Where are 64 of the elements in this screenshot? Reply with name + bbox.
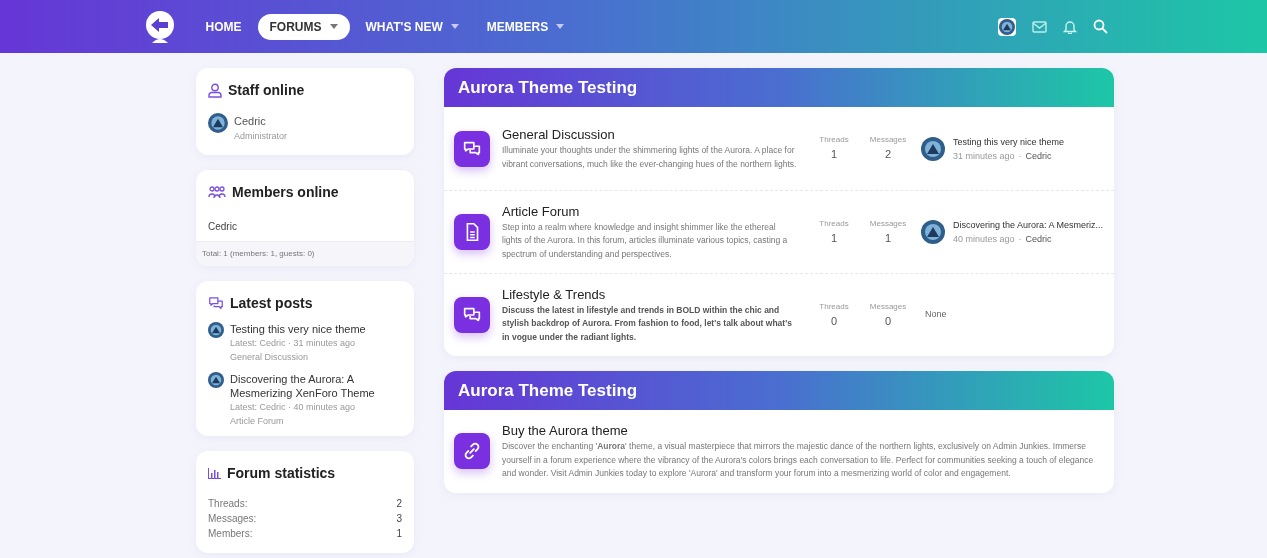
stat-label: Threads xyxy=(819,217,849,230)
latest-user[interactable]: Cedric xyxy=(1025,232,1052,246)
stat-label: Threads: xyxy=(208,497,248,511)
avatar[interactable] xyxy=(208,322,224,338)
bar-chart-icon xyxy=(208,468,221,479)
stat-label: Messages xyxy=(869,217,907,230)
latest-thread-link[interactable]: Discovering the Aurora: A Mesmeriz... xyxy=(953,218,1104,232)
user-icon xyxy=(208,83,222,98)
stat-value: 1 xyxy=(830,230,838,246)
node-description: Discuss the latest in lifestyle and trends in BOLD within the chic and stylish backdrop of Aurora. From fashion to food, let's talk about what's in vogue under the radiant lights. xyxy=(502,303,793,344)
latest-time: 40 minutes ago xyxy=(953,233,1015,246)
separator: · xyxy=(1018,149,1022,163)
search-icon[interactable] xyxy=(1092,19,1108,34)
stat-value: 0 xyxy=(884,313,892,329)
stat-label: Messages xyxy=(869,134,907,147)
post-title[interactable]: Discovering the Aurora: A Mesmerizing XenForo Theme xyxy=(230,372,402,400)
latest-time: 31 minutes ago xyxy=(953,149,1015,163)
node-title[interactable]: Lifestyle & Trends xyxy=(502,285,797,304)
post-meta: Latest: Cedric · 31 minutes ago xyxy=(230,337,357,350)
online-total: Total: 1 (members: 1, guests: 0) xyxy=(196,241,414,266)
stat-value: 1 xyxy=(396,527,402,541)
avatar[interactable] xyxy=(208,113,228,133)
node-description: Step into a realm where knowledge and insight shimmer like the ethereal lights of the Aurora. In this forum, articles illuminate various topics, casting a spectrum of understanding and perspectives. xyxy=(502,220,789,261)
node-title[interactable]: Buy the Aurora theme xyxy=(502,422,1104,440)
latest-user[interactable]: Cedric xyxy=(1025,148,1052,163)
stat-label: Threads xyxy=(819,300,849,313)
node-description: Discover the enchanting 'Aurora' theme, a visual masterpiece that mirrors the majestic dance of the northern lights, exclusively on Admin Junkies. Immerse yourself in a forum experience where the vibrancy of the Aurora's colors brings each conversation to life. Perfect for communities seeking a touch of elegance and wonder. Visit Admin Junkies today to explore 'Aurora' and transform your forum into a mesmerizing world of color and engagement. xyxy=(502,440,1095,480)
stat-value: 2 xyxy=(396,497,402,511)
avatar[interactable] xyxy=(921,220,945,244)
post-meta: Latest: Cedric · 40 minutes ago xyxy=(230,401,357,414)
member-role: Administrator xyxy=(234,129,287,143)
separator: · xyxy=(1018,233,1022,246)
card-title: Forum statistics xyxy=(227,464,336,483)
latest-thread-link[interactable]: Testing this very nice theme xyxy=(953,134,1065,149)
node-title[interactable]: Article Forum xyxy=(502,202,797,221)
stat-label: Messages xyxy=(869,300,907,313)
stat-value: 0 xyxy=(830,313,838,329)
users-icon xyxy=(208,186,226,199)
node-description: Illuminate your thoughts under the shimmering lights of the Aurora. A place for vibrant conversations, much like the ever-changing hues of the northern lights. xyxy=(502,144,797,171)
avatar[interactable] xyxy=(998,18,1015,35)
stat-label: Threads xyxy=(819,134,849,147)
card-title: Latest posts xyxy=(230,294,313,313)
chat-bubbles-icon xyxy=(208,296,224,311)
stat-value: 2 xyxy=(884,147,892,163)
stat-value: 3 xyxy=(396,512,402,526)
stat-value: 1 xyxy=(884,230,892,246)
online-member[interactable]: Cedric xyxy=(208,221,237,232)
stat-value: 1 xyxy=(830,147,838,163)
member-name[interactable]: Cedric xyxy=(234,113,287,130)
nav-tab[interactable]: HOME xyxy=(193,13,254,40)
nav-tab[interactable]: MEMBERS xyxy=(474,13,577,40)
post-title[interactable]: Testing this very nice theme xyxy=(230,322,366,336)
stat-label: Members: xyxy=(208,527,253,541)
card-title: Members online xyxy=(232,183,339,202)
nav-tab[interactable]: FORUMS xyxy=(257,13,350,40)
avatar[interactable] xyxy=(921,136,945,161)
avatar[interactable] xyxy=(208,372,224,388)
nav-tab[interactable]: WHAT'S NEW xyxy=(353,13,471,40)
node-title[interactable]: General Discussion xyxy=(502,126,797,144)
no-latest-text: None xyxy=(925,308,947,322)
category-header[interactable]: Aurora Theme Testing xyxy=(444,371,1114,410)
category-header[interactable]: Aurora Theme Testing xyxy=(444,68,1114,107)
stat-label: Messages: xyxy=(208,512,257,526)
card-title: Staff online xyxy=(228,81,305,100)
